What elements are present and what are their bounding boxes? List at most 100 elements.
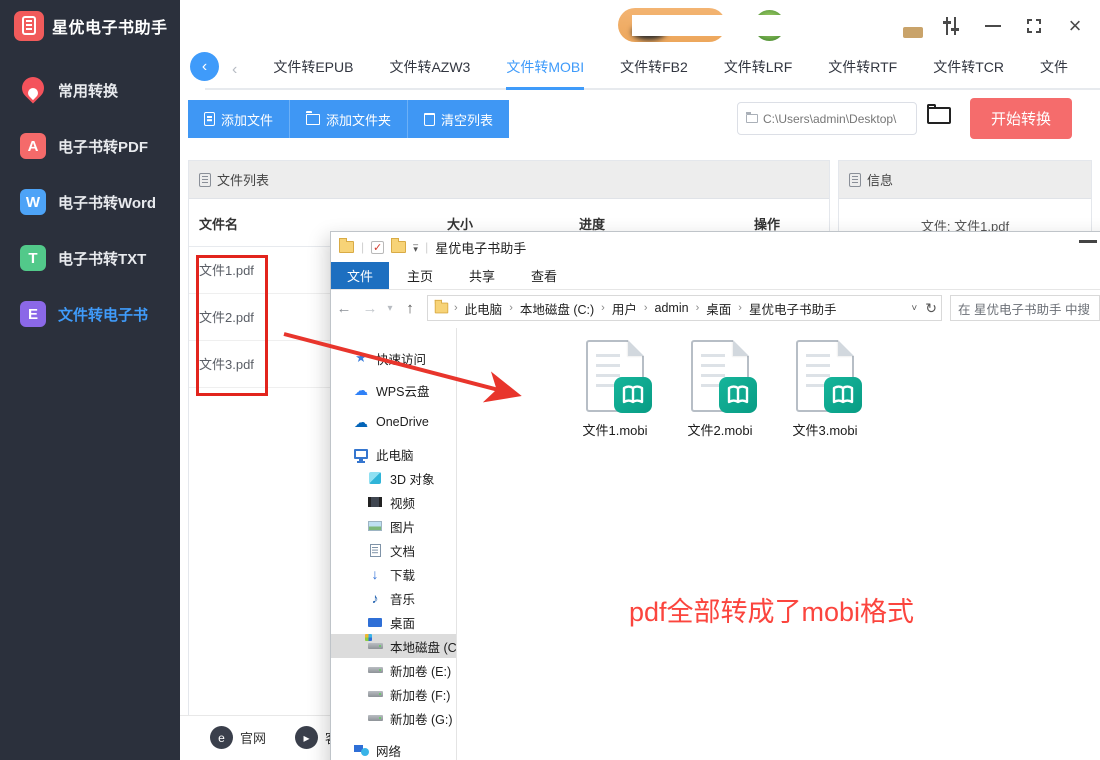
side-wps-cloud[interactable]: ☁WPS云盘 xyxy=(331,378,456,402)
explorer-window: | ✓ –▾ | 星优电子书助手 文件 主页 共享 查看 ← → ▾ ↑ › 此… xyxy=(330,231,1100,760)
nav-item-file-to-ebook[interactable]: E 文件转电子书 xyxy=(0,286,180,342)
crumb-app-folder[interactable]: 星优电子书助手 xyxy=(747,299,839,318)
save-dir-input[interactable]: C:\Users\admin\Desktop\ xyxy=(737,102,917,135)
add-folder-icon xyxy=(306,114,320,125)
back-arrow-icon[interactable]: ← xyxy=(331,300,357,317)
blurred-icon xyxy=(903,27,923,38)
add-file-icon xyxy=(204,112,215,126)
pdf-icon: A xyxy=(20,133,46,159)
browse-folder-button[interactable] xyxy=(927,104,953,126)
tab-scroll-back-button[interactable]: ‹ xyxy=(190,52,219,81)
crumb-disk-c[interactable]: 本地磁盘 (C:) xyxy=(518,299,596,318)
screen: 星优电子书助手 常用转换 A 电子书转PDF W 电子书转Word T 电子书转… xyxy=(0,0,1100,760)
side-volume-f[interactable]: 新加卷 (F:) xyxy=(331,682,456,706)
menu-file[interactable]: 文件 xyxy=(331,262,389,289)
list-icon xyxy=(199,173,211,187)
crumb-users[interactable]: 用户 xyxy=(610,299,639,318)
crumb-admin[interactable]: admin xyxy=(653,301,691,315)
nav-item-ebook-to-word[interactable]: W 电子书转Word xyxy=(0,174,180,230)
app-sidebar: 星优电子书助手 常用转换 A 电子书转PDF W 电子书转Word T 电子书转… xyxy=(0,0,180,760)
website-icon: e xyxy=(210,726,233,749)
mobi-file-icon xyxy=(691,340,749,412)
word-icon: W xyxy=(20,189,46,215)
explorer-search-input[interactable]: 在 星优电子书助手 中搜 xyxy=(950,295,1100,321)
menu-share[interactable]: 共享 xyxy=(451,262,513,289)
start-convert-button[interactable]: 开始转换 xyxy=(970,98,1072,139)
redaction-box xyxy=(632,15,932,36)
side-videos[interactable]: 视频 xyxy=(331,490,456,514)
crumb-this-pc[interactable]: 此电脑 xyxy=(463,299,505,318)
maximize-button[interactable] xyxy=(1021,13,1047,39)
close-button[interactable]: × xyxy=(1062,13,1088,39)
nav-item-ebook-to-pdf[interactable]: A 电子书转PDF xyxy=(0,118,180,174)
tab-rtf[interactable]: 文件转RTF xyxy=(828,50,897,90)
document-icon xyxy=(367,542,383,558)
mobi-file-3[interactable]: 文件3.mobi xyxy=(775,340,875,439)
properties-check-icon[interactable]: ✓ xyxy=(371,241,384,254)
tab-fb2[interactable]: 文件转FB2 xyxy=(620,50,688,90)
chevron-left-icon[interactable]: ‹ xyxy=(232,61,237,79)
quick-access-toolbar-dropdown[interactable]: –▾ xyxy=(413,242,418,252)
tab-tcr[interactable]: 文件转TCR xyxy=(933,50,1004,90)
tab-lrf[interactable]: 文件转LRF xyxy=(724,50,792,90)
nav-item-common-convert[interactable]: 常用转换 xyxy=(0,62,180,118)
side-onedrive[interactable]: ☁OneDrive xyxy=(331,410,456,434)
side-pictures[interactable]: 图片 xyxy=(331,514,456,538)
side-disk-c[interactable]: 本地磁盘 (C:) xyxy=(331,634,456,658)
forward-arrow-icon[interactable]: → xyxy=(357,300,383,317)
official-site-link[interactable]: e 官网 xyxy=(210,726,266,749)
cube-icon xyxy=(367,470,383,486)
menu-view[interactable]: 查看 xyxy=(513,262,575,289)
clear-list-button[interactable]: 清空列表 xyxy=(408,100,509,138)
flame-icon xyxy=(20,76,46,104)
tab-truncated[interactable]: 文件 xyxy=(1040,50,1068,90)
mobi-file-1[interactable]: 文件1.mobi xyxy=(565,340,665,439)
side-downloads[interactable]: ↓下载 xyxy=(331,562,456,586)
explorer-menubar: 文件 主页 共享 查看 xyxy=(331,262,1100,290)
add-file-button[interactable]: 添加文件 xyxy=(188,100,290,138)
menu-home[interactable]: 主页 xyxy=(389,262,451,289)
new-folder-icon[interactable] xyxy=(391,241,406,253)
video-icon xyxy=(367,494,383,510)
up-arrow-icon[interactable]: ↑ xyxy=(397,300,423,317)
tab-mobi[interactable]: 文件转MOBI xyxy=(506,50,584,90)
explorer-titlebar[interactable]: | ✓ –▾ | 星优电子书助手 xyxy=(331,232,1100,262)
ebook-icon: E xyxy=(20,301,46,327)
breadcrumb[interactable]: › 此电脑 › 本地磁盘 (C:) › 用户 › admin › 桌面 › 星优… xyxy=(427,295,942,321)
nav-item-label: 电子书转PDF xyxy=(58,136,148,157)
computer-icon xyxy=(353,446,369,462)
tab-epub[interactable]: 文件转EPUB xyxy=(273,50,353,90)
app-logo-icon xyxy=(14,11,44,41)
info-icon xyxy=(849,173,861,187)
explorer-content: 文件1.mobi 文件2.mobi 文件3.mobi pdf全部转成了mobi格… xyxy=(457,328,1100,760)
refresh-icon[interactable]: ↻ xyxy=(925,300,937,317)
side-network[interactable]: 网络 xyxy=(331,738,456,760)
download-icon: ↓ xyxy=(367,566,383,582)
side-3d-objects[interactable]: 3D 对象 xyxy=(331,466,456,490)
trash-icon xyxy=(424,113,435,126)
settings-icon[interactable] xyxy=(938,13,964,39)
explorer-minimize-button[interactable] xyxy=(1079,240,1097,243)
side-quick-access[interactable]: ★快速访问 xyxy=(331,346,456,370)
mobi-file-2[interactable]: 文件2.mobi xyxy=(670,340,770,439)
mobi-file-icon xyxy=(796,340,854,412)
side-volume-g[interactable]: 新加卷 (G:) xyxy=(331,706,456,730)
star-icon: ★ xyxy=(353,350,369,366)
drive-icon xyxy=(367,686,383,702)
annotation-text: pdf全部转成了mobi格式 xyxy=(629,590,914,629)
nav-item-ebook-to-txt[interactable]: T 电子书转TXT xyxy=(0,230,180,286)
onedrive-icon: ☁ xyxy=(353,414,369,430)
side-music[interactable]: ♪音乐 xyxy=(331,586,456,610)
add-folder-button[interactable]: 添加文件夹 xyxy=(290,100,408,138)
tab-azw3[interactable]: 文件转AZW3 xyxy=(389,50,470,90)
side-desktop[interactable]: 桌面 xyxy=(331,610,456,634)
crumb-desktop[interactable]: 桌面 xyxy=(704,299,733,318)
col-filename: 文件名 xyxy=(199,214,238,233)
minimize-button[interactable] xyxy=(980,13,1006,39)
history-dropdown-icon[interactable]: ▾ xyxy=(383,303,397,314)
explorer-title: 星优电子书助手 xyxy=(435,238,526,257)
side-documents[interactable]: 文档 xyxy=(331,538,456,562)
side-this-pc[interactable]: 此电脑 xyxy=(331,442,456,466)
address-dropdown-icon[interactable]: ˅ xyxy=(911,303,917,314)
side-volume-e[interactable]: 新加卷 (E:) xyxy=(331,658,456,682)
